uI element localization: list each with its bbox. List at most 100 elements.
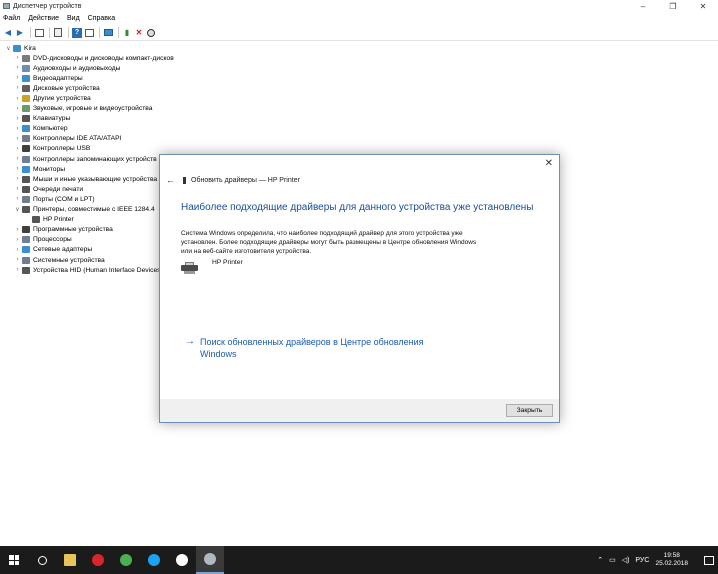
tree-category[interactable]: › Очереди печати: [4, 184, 174, 194]
menu-bar: Файл Действие Вид Справка: [0, 12, 718, 25]
volume-icon[interactable]: ◁): [622, 556, 630, 564]
minimize-button[interactable]: –: [628, 0, 658, 12]
back-arrow-icon[interactable]: ←: [166, 175, 175, 185]
chevron-right-icon[interactable]: ›: [13, 196, 22, 202]
opera-icon[interactable]: [84, 546, 112, 574]
tree-category[interactable]: › Другие устройства: [4, 93, 174, 103]
computer-icon: [13, 44, 21, 52]
tree-category[interactable]: › DVD-дисководы и дисководы компакт-диско…: [4, 53, 174, 63]
disk-drive-icon: [22, 84, 30, 92]
chevron-right-icon[interactable]: ›: [13, 247, 22, 253]
windows-logo-icon: [9, 555, 19, 565]
yandex-browser-icon[interactable]: [168, 546, 196, 574]
menu-file[interactable]: Файл: [3, 15, 20, 22]
properties-icon[interactable]: [53, 28, 63, 38]
chevron-right-icon[interactable]: ›: [13, 75, 22, 81]
tree-category[interactable]: › Дисковые устройства: [4, 83, 174, 93]
uninstall-device-icon[interactable]: ✕: [134, 28, 144, 38]
taskbar: ⌃ ▭ ◁) РУС 19:58 25.02.2018: [0, 546, 718, 574]
language-indicator[interactable]: РУС: [635, 557, 649, 564]
tree-category[interactable]: › Мониторы: [4, 164, 174, 174]
usb-icon: [22, 145, 30, 153]
clock-date: 25.02.2018: [655, 560, 688, 567]
dialog-description: Система Windows определила, что наиболее…: [181, 230, 477, 255]
chevron-right-icon[interactable]: ›: [13, 55, 22, 61]
tree-category[interactable]: › Контроллеры запоминающих устройств: [4, 154, 174, 164]
tree-category[interactable]: › Программные устройства: [4, 225, 174, 235]
device-row: HP Printer: [181, 259, 243, 274]
audio-icon: [22, 64, 30, 72]
forward-arrow-icon[interactable]: ▶: [15, 28, 25, 38]
skype-icon[interactable]: [140, 546, 168, 574]
back-arrow-icon[interactable]: ◀: [3, 28, 13, 38]
tree-category[interactable]: › Порты (COM и LPT): [4, 194, 174, 204]
tree-category[interactable]: › Мыши и иные указывающие устройства: [4, 174, 174, 184]
close-dialog-button[interactable]: Закрыть: [506, 404, 553, 417]
tree-category[interactable]: › Контроллеры IDE ATA/ATAPI: [4, 134, 174, 144]
chevron-right-icon[interactable]: ›: [13, 146, 22, 152]
printer-icon: [22, 206, 30, 214]
sound-icon: [22, 105, 30, 113]
windows-update-link[interactable]: → Поиск обновленных драйверов в Центре о…: [185, 336, 435, 360]
chevron-right-icon[interactable]: ›: [13, 65, 22, 71]
chevron-right-icon[interactable]: ›: [13, 186, 22, 192]
chevron-right-icon[interactable]: ›: [13, 126, 22, 132]
notifications-icon[interactable]: [704, 555, 714, 565]
network-icon[interactable]: ▭: [609, 556, 616, 564]
help-icon[interactable]: ?: [72, 27, 82, 38]
chevron-right-icon[interactable]: ›: [13, 85, 22, 91]
tree-category[interactable]: › Звуковые, игровые и видеоустройства: [4, 104, 174, 114]
tree-root[interactable]: ∨ Kira: [4, 43, 174, 53]
tree-category[interactable]: › Клавиатуры: [4, 114, 174, 124]
tree-item-label: Контроллеры IDE ATA/ATAPI: [33, 135, 122, 143]
file-explorer-icon[interactable]: [56, 546, 84, 574]
menu-view[interactable]: Вид: [67, 15, 80, 22]
start-button[interactable]: [0, 546, 28, 574]
tree-category[interactable]: › Видеоадаптеры: [4, 73, 174, 83]
chevron-right-icon[interactable]: ›: [13, 136, 22, 142]
tree-item-label: Мыши и иные указывающие устройства: [33, 175, 158, 183]
chevron-right-icon[interactable]: ›: [13, 116, 22, 122]
tree-category[interactable]: ∨ Принтеры, совместимые с IEEE 1284.4: [4, 205, 174, 215]
restore-button[interactable]: ❐: [658, 0, 688, 12]
chevron-right-icon[interactable]: ›: [13, 176, 22, 182]
clock[interactable]: 19:58 25.02.2018: [655, 552, 688, 568]
tree-category[interactable]: › Процессоры: [4, 235, 174, 245]
chrome-icon[interactable]: [112, 546, 140, 574]
chevron-down-icon[interactable]: ∨: [4, 45, 13, 52]
tree-child-item[interactable]: HP Printer: [4, 215, 174, 225]
windows-update-link-text[interactable]: Поиск обновленных драйверов в Центре обн…: [200, 336, 435, 360]
menu-help[interactable]: Справка: [88, 15, 115, 22]
chevron-right-icon[interactable]: ›: [13, 96, 22, 102]
menu-action[interactable]: Действие: [28, 15, 59, 22]
dialog-close-icon[interactable]: ✕: [545, 158, 553, 169]
tree-category[interactable]: › Устройства HID (Human Interface Devices…: [4, 265, 174, 275]
tree-category[interactable]: › Компьютер: [4, 124, 174, 134]
chevron-up-icon[interactable]: ⌃: [597, 556, 603, 564]
chevron-down-icon[interactable]: ∨: [13, 206, 22, 213]
chevron-right-icon[interactable]: ›: [13, 166, 22, 172]
tree-item-label: Аудиовходы и аудиовыходы: [33, 64, 121, 72]
tree-category[interactable]: › Сетевые адаптеры: [4, 245, 174, 255]
action-pane-icon[interactable]: [84, 28, 94, 38]
tree-category[interactable]: › Аудиовходы и аудиовыходы: [4, 63, 174, 73]
search-icon[interactable]: [28, 546, 56, 574]
window-controls: – ❐ ✕: [628, 0, 718, 12]
toolbar-separator: [49, 27, 50, 38]
unknown-device-icon: [22, 95, 30, 103]
disable-device-icon[interactable]: [146, 28, 156, 38]
chevron-right-icon[interactable]: ›: [13, 106, 22, 112]
chevron-right-icon[interactable]: ›: [13, 227, 22, 233]
update-driver-icon[interactable]: ▮: [122, 28, 132, 38]
dialog-header: ← Обновить драйверы — HP Printer: [166, 175, 300, 185]
show-hide-console-tree-icon[interactable]: [34, 28, 44, 38]
device-manager-taskbar-icon[interactable]: [196, 546, 224, 574]
tree-category[interactable]: › Системные устройства: [4, 255, 174, 265]
scan-hardware-icon[interactable]: [103, 28, 113, 38]
chevron-right-icon[interactable]: ›: [13, 156, 22, 162]
tree-category[interactable]: › Контроллеры USB: [4, 144, 174, 154]
chevron-right-icon[interactable]: ›: [13, 257, 22, 263]
chevron-right-icon[interactable]: ›: [13, 237, 22, 243]
chevron-right-icon[interactable]: ›: [13, 267, 22, 273]
close-button[interactable]: ✕: [688, 0, 718, 12]
